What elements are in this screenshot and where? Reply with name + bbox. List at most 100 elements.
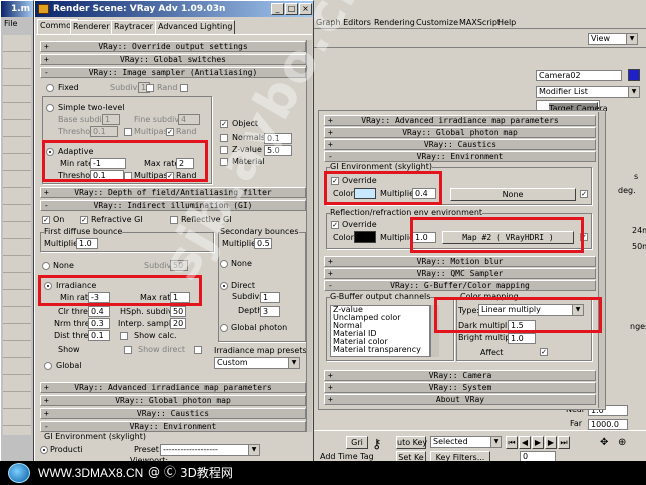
right-rollout-system[interactable]: + VRay:: System	[324, 382, 596, 393]
nrm-thresh-field[interactable]: 0.3	[88, 318, 116, 329]
rollout-global-photon[interactable]: + VRay:: Global photon map	[40, 395, 306, 406]
clr-thresh-field[interactable]: 0.4	[88, 306, 116, 317]
right-rollout-gbuffer[interactable]: - VRay:: G-Buffer/Color mapping	[324, 280, 596, 291]
camera-color-swatch[interactable]	[628, 69, 640, 81]
secondary-none-radio[interactable]	[220, 260, 228, 268]
refractive-gi-checkbox[interactable]: ✓	[80, 216, 88, 224]
right-rollout-about[interactable]: + About VRay	[324, 394, 596, 405]
render-window-title: Render Scene: VRay Adv 1.09.03n	[53, 4, 226, 14]
global-photon-radio[interactable]	[220, 324, 228, 332]
menu-maxscript[interactable]: MAXScript	[459, 18, 500, 28]
pan-icon[interactable]: ⊕	[618, 438, 626, 448]
right-rollout-camera[interactable]: + VRay:: Camera	[324, 370, 596, 381]
right-rollout-caustics[interactable]: + VRay:: Caustics	[324, 139, 596, 150]
direct-subdivs-field[interactable]: 1	[260, 292, 286, 303]
side-s-label: s	[634, 172, 639, 181]
hsph-field[interactable]: 50	[170, 306, 192, 317]
right-panel-scrollbar[interactable]	[598, 112, 605, 408]
next-frame-icon[interactable]: ▶	[545, 436, 557, 449]
banner-at: @	[148, 465, 160, 479]
gi-on-checkbox[interactable]: ✓	[42, 216, 50, 224]
camera-name-field[interactable]: Camera02	[536, 70, 628, 81]
fixed-extra-checkbox[interactable]	[180, 84, 188, 92]
go-end-icon[interactable]: ⏭	[558, 436, 570, 449]
list-item[interactable]: Material transparency	[331, 346, 429, 354]
site-banner: WWW.3DMAX8.CN @ Ⓒ 3D教程网	[0, 461, 646, 485]
secondary-direct-radio[interactable]	[220, 282, 228, 290]
rollout-override-output[interactable]: + VRay:: Override output settings	[40, 41, 306, 52]
fixed-label: Fixed	[58, 83, 79, 92]
preset-dropdown[interactable]: -------------------	[160, 444, 260, 456]
two-level-rand-checkbox[interactable]: ✓	[166, 128, 174, 136]
fixed-rand-label: Rand	[157, 83, 178, 92]
cm-affect-checkbox[interactable]: ✓	[540, 348, 548, 356]
fine-subdivs-field[interactable]: 4	[178, 114, 206, 125]
modifier-list-dropdown[interactable]: Modifier List	[536, 86, 640, 98]
key-icon[interactable]: ⚷	[372, 438, 382, 451]
auto-key-button[interactable]: uto Key	[396, 436, 427, 449]
ranges-label: nges	[630, 322, 646, 331]
two-level-threshold-field[interactable]: 0.1	[90, 126, 124, 137]
presets-dropdown[interactable]: Custom	[214, 357, 300, 369]
simple-two-level-radio[interactable]	[46, 104, 54, 112]
env-map-checkbox[interactable]: ✓	[580, 190, 588, 198]
right-rollout-qmc[interactable]: + VRay:: QMC Sampler	[324, 268, 596, 279]
first-bounce-title: First diffuse bounce	[44, 227, 123, 237]
base-subdivs-field[interactable]: 1	[102, 114, 126, 125]
grid-button[interactable]: Gri	[346, 436, 368, 449]
highlight-irradiance	[38, 275, 202, 306]
right-rollout-environment[interactable]: - VRay:: Environment	[324, 151, 596, 162]
file-menu[interactable]: File	[4, 19, 17, 29]
play-icon[interactable]: ▶	[532, 436, 544, 449]
rollout-adv-irradiance[interactable]: + VRay:: Advanced irradiance map paramete…	[40, 382, 306, 393]
tab-renderer[interactable]: Renderer	[70, 20, 113, 34]
first-multiplier-field[interactable]: 1.0	[76, 238, 104, 249]
secondary-direct-label: Direct	[231, 281, 255, 290]
interp-field[interactable]: 20	[170, 318, 192, 329]
show-calc-checkbox[interactable]	[120, 332, 128, 340]
go-start-icon[interactable]: ⏮	[506, 436, 518, 449]
minimize-icon[interactable]: _	[271, 3, 284, 15]
zoom-icon[interactable]: ✥	[600, 438, 608, 448]
cm-affect-label: Affect	[480, 348, 504, 357]
tab-advanced-lighting[interactable]: Advanced Lighting	[155, 20, 236, 34]
depth-field[interactable]: 3	[260, 306, 286, 317]
rollout-caustics[interactable]: + VRay:: Caustics	[40, 408, 306, 419]
menu-customize[interactable]: Customize	[416, 18, 458, 28]
side-fov-value: 50mm	[632, 242, 646, 251]
highlight-map-button	[410, 217, 584, 253]
fixed-radio[interactable]	[46, 84, 54, 92]
refl-override-checkbox[interactable]: ✓	[331, 221, 339, 229]
first-none-label: None	[53, 261, 74, 270]
refl-color-swatch[interactable]	[354, 231, 376, 243]
production-radio[interactable]	[40, 446, 48, 454]
banner-copyright-icon: Ⓒ	[164, 465, 177, 479]
right-rollout-global-photon[interactable]: + VRay:: Global photon map	[324, 127, 596, 138]
dist-thresh-field[interactable]: 0.1	[88, 330, 116, 341]
far-field[interactable]: 1000.0	[588, 419, 634, 430]
rollout-indirect[interactable]: - VRay:: Indirect illumination (GI)	[40, 200, 306, 211]
secondary-multiplier-field[interactable]: 0.5	[254, 238, 278, 249]
rollout-environment[interactable]: - VRay:: Environment	[40, 421, 306, 432]
first-none-radio[interactable]	[42, 262, 50, 270]
two-level-multipass-checkbox[interactable]	[124, 128, 132, 136]
cm-bright-field[interactable]: 1.0	[508, 333, 542, 344]
right-rollout-motion-blur[interactable]: + VRay:: Motion blur	[324, 256, 596, 267]
selected-dropdown[interactable]: Selected	[430, 436, 502, 448]
view-dropdown[interactable]: View	[588, 33, 638, 45]
right-rollout-adv-irradiance[interactable]: + VRay:: Advanced irradiance map paramete…	[324, 115, 596, 126]
show-direct-checkbox[interactable]	[124, 346, 132, 354]
rollout-dof[interactable]: + VRay:: Depth of field/Antialiasing filt…	[40, 187, 306, 198]
env-none-button[interactable]: None	[450, 188, 576, 201]
fixed-rand-checkbox[interactable]	[146, 84, 154, 92]
menu-help[interactable]: Help	[498, 18, 516, 28]
side-deg-label: deg.	[618, 186, 636, 195]
gbuffer-channels-list[interactable]: Z-value Unclamped color Normal Material …	[330, 305, 430, 357]
gi-global-radio[interactable]	[44, 362, 52, 370]
tab-raytracer[interactable]: Raytracer	[111, 20, 156, 34]
show-direct-extra-checkbox[interactable]	[194, 346, 202, 354]
prev-frame-icon[interactable]: ◀	[519, 436, 531, 449]
left-toolbar	[3, 35, 31, 435]
menu-rendering[interactable]: Rendering	[374, 18, 415, 28]
simple-two-level-label: Simple two-level	[58, 103, 125, 112]
